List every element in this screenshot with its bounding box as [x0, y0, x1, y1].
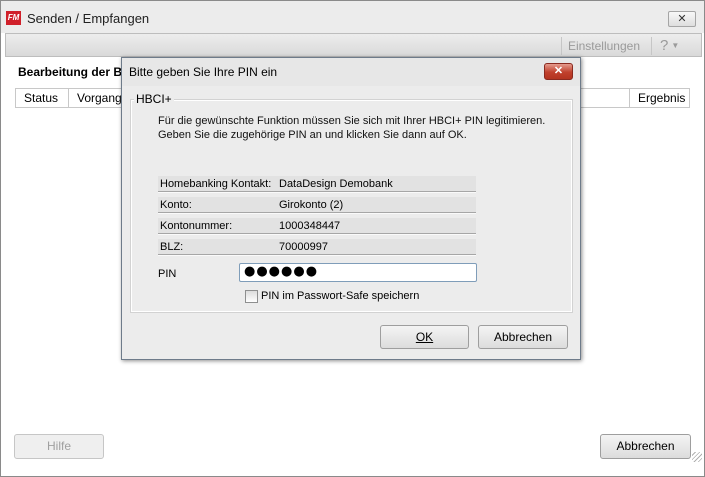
ok-label: OK [415, 330, 434, 344]
column-header-vorgang[interactable]: Vorgang [69, 89, 127, 107]
info-label: Kontonummer: [160, 220, 233, 232]
dialog-title: Bitte geben Sie Ihre PIN ein [129, 65, 278, 79]
column-header-status[interactable]: Status [16, 89, 69, 107]
instruction-text: Geben Sie die zugehörige PIN an und klic… [158, 129, 467, 141]
window-title: Senden / Empfangen [27, 11, 150, 26]
instruction-text: Für die gewünschte Funktion müssen Sie s… [158, 115, 546, 127]
info-value: 1000348447 [279, 220, 341, 232]
group-label: HBCI+ [134, 92, 174, 106]
info-row-kontonummer: Kontonummer: 1000348447 [158, 218, 476, 235]
toolbar: Einstellungen ? ▼ [5, 33, 702, 57]
column-header-ergebnis[interactable]: Ergebnis [629, 89, 689, 107]
resize-grip[interactable] [692, 452, 702, 462]
dialog-cancel-button[interactable]: Abbrechen [478, 325, 568, 349]
dialog-close-button[interactable]: ✕ [544, 63, 573, 80]
close-button[interactable]: ✕ [668, 11, 696, 27]
info-value: DataDesign Demobank [279, 178, 393, 190]
save-pin-label[interactable]: PIN im Passwort-Safe speichern [261, 290, 419, 302]
title-bar: FM Senden / Empfangen ✕ [1, 1, 704, 33]
info-row-konto: Konto: Girokonto (2) [158, 197, 476, 214]
info-value: 70000997 [279, 241, 328, 253]
dialog-title-bar: Bitte geben Sie Ihre PIN ein ✕ [122, 58, 580, 86]
pin-label: PIN [158, 268, 177, 280]
cancel-button[interactable]: Abbrechen [600, 434, 691, 459]
info-label: Konto: [160, 199, 192, 211]
info-label: BLZ: [160, 241, 184, 253]
info-value: Girokonto (2) [279, 199, 344, 211]
settings-button[interactable]: Einstellungen [560, 37, 646, 55]
help-icon: ? [660, 37, 669, 54]
app-logo: FM [6, 11, 21, 25]
save-pin-checkbox[interactable] [245, 290, 258, 303]
section-heading: Bearbeitung der Ba [18, 65, 129, 79]
pin-input[interactable]: ●●●●●● [239, 263, 477, 282]
pin-dialog: Bitte geben Sie Ihre PIN ein ✕ HBCI+ Für… [121, 57, 581, 360]
help-menu-button[interactable]: ? ▼ [651, 37, 695, 55]
info-label: Homebanking Kontakt: [160, 178, 272, 190]
help-button[interactable]: Hilfe [14, 434, 104, 459]
chevron-down-icon: ▼ [671, 41, 680, 51]
info-row-blz: BLZ: 70000997 [158, 239, 476, 256]
info-row-kontakt: Homebanking Kontakt: DataDesign Demobank [158, 176, 476, 193]
close-icon: ✕ [553, 65, 564, 77]
ok-button[interactable]: OK [380, 325, 469, 349]
close-icon: ✕ [677, 13, 687, 25]
